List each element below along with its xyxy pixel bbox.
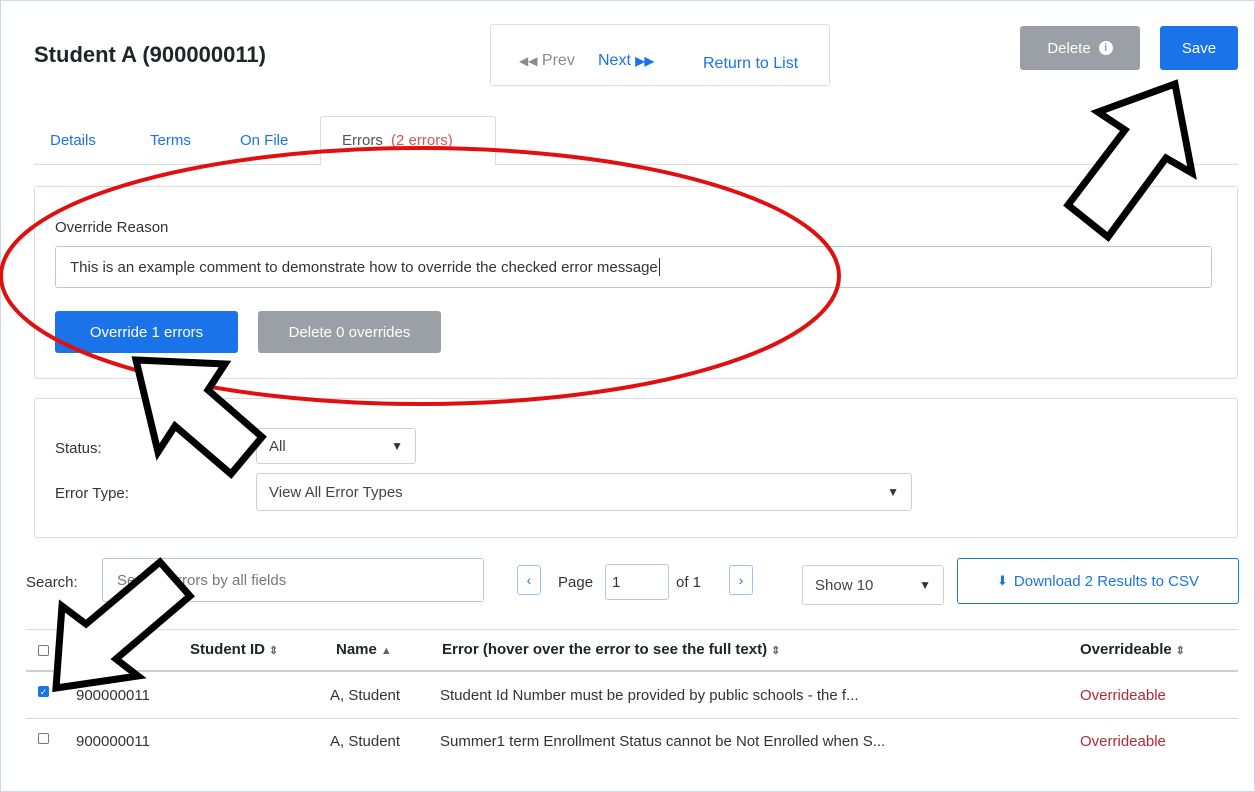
page-label: Page [558, 574, 594, 591]
page-number-input[interactable]: 1 [605, 564, 669, 600]
row-divider [26, 718, 1238, 719]
page-size-select[interactable]: Show 10 ▼ [802, 565, 944, 605]
search-label: Search: [26, 574, 78, 591]
next-link[interactable]: Next ▶▶ [598, 52, 654, 70]
column-student-id[interactable]: Student ID ⇕ [190, 641, 278, 658]
sort-asc-icon: ▲ [380, 645, 392, 657]
override-reason-input[interactable]: This is an example comment to demonstrat… [55, 246, 1212, 288]
override-reason-label: Override Reason [55, 219, 169, 236]
return-to-list-link[interactable]: Return to List [703, 55, 798, 73]
cell-overrideable: Overrideable [1080, 733, 1166, 750]
page-next-button[interactable]: › [729, 565, 753, 595]
page-total-label: of 1 [676, 574, 702, 591]
cell-error: Summer1 term Enrollment Status cannot be… [440, 733, 886, 750]
filters-panel [34, 398, 1238, 538]
tab-terms[interactable]: Terms [150, 132, 191, 149]
chevron-right-icon: › [738, 572, 744, 588]
prev-icon: ◀◀ [519, 54, 538, 68]
cell-overrideable: Overrideable [1080, 687, 1166, 704]
tab-on-file[interactable]: On File [240, 132, 288, 149]
cell-name: A, Student [330, 733, 401, 750]
delete-button[interactable]: Delete i [1020, 26, 1140, 70]
save-button[interactable]: Save [1160, 26, 1238, 70]
sort-icon: ⇕ [269, 645, 279, 657]
row-checkbox[interactable] [38, 733, 49, 744]
select-all-checkbox[interactable] [38, 645, 49, 656]
status-select[interactable]: All ▼ [256, 428, 416, 464]
override-errors-button[interactable]: Override 1 errors [55, 311, 238, 353]
prev-link[interactable]: ◀◀ Prev [519, 52, 575, 70]
tab-details[interactable]: Details [50, 132, 96, 149]
chevron-left-icon: ‹ [526, 572, 532, 588]
status-label: Status: [55, 440, 102, 457]
cell-student-id: 900000011 [76, 687, 150, 704]
download-icon: ⬇ [997, 573, 1008, 588]
table-header-border [26, 670, 1238, 672]
next-icon: ▶▶ [635, 54, 654, 68]
chevron-down-icon: ▼ [887, 485, 899, 499]
page-prev-button[interactable]: ‹ [517, 565, 541, 595]
column-name[interactable]: Name ▲ [336, 641, 392, 658]
download-csv-button[interactable]: ⬇ Download 2 Results to CSV [957, 558, 1239, 604]
page-frame [0, 0, 1255, 792]
row-checkbox[interactable]: ✓ [38, 686, 49, 697]
cell-name: A, Student [330, 687, 401, 704]
info-icon: i [1098, 41, 1113, 55]
search-input[interactable]: Search errors by all fields [102, 558, 484, 602]
column-error[interactable]: Error (hover over the error to see the f… [442, 641, 780, 658]
text-cursor [658, 258, 660, 276]
error-type-label: Error Type: [55, 485, 129, 502]
cell-error: Student Id Number must be provided by pu… [440, 687, 859, 704]
table-top-border [26, 629, 1238, 630]
chevron-down-icon: ▼ [919, 578, 931, 592]
sort-icon: ⇕ [1175, 645, 1185, 657]
column-overrideable[interactable]: Overrideable ⇕ [1080, 641, 1185, 658]
error-type-select[interactable]: View All Error Types ▼ [256, 473, 912, 511]
error-count-badge: (2 errors) [391, 132, 453, 149]
tabs-divider [34, 164, 1238, 165]
cell-student-id: 900000011 [76, 733, 150, 750]
page-title: Student A (900000011) [34, 42, 266, 67]
tab-errors-label: Errors (2 errors) [342, 132, 453, 149]
chevron-down-icon: ▼ [391, 439, 403, 453]
sort-icon: ⇕ [771, 645, 781, 657]
delete-overrides-button[interactable]: Delete 0 overrides [258, 311, 441, 353]
